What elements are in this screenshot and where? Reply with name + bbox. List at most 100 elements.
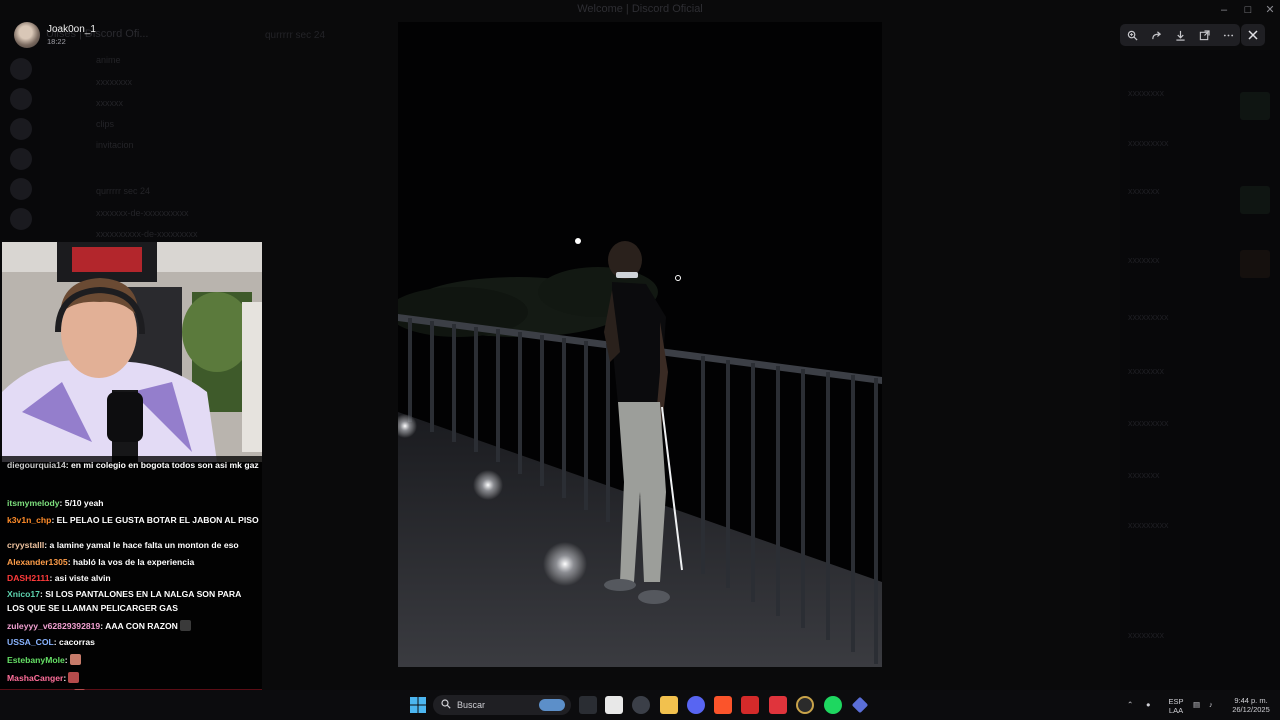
chat-username[interactable]: Xnico17 (7, 589, 40, 599)
server-icon[interactable] (10, 208, 32, 230)
download-icon[interactable] (1169, 24, 1191, 46)
chat-text: : en mi colegio en bogota todos son asi … (65, 460, 259, 470)
chat-text: : a lamine yamal le hace falta un monton… (44, 540, 239, 550)
member-item[interactable]: xxxxxxxxx (1128, 418, 1169, 428)
chat-message: k3v1n_chp: EL PELAO LE GUSTA BOTAR EL JA… (7, 513, 259, 527)
channel-item[interactable]: invitacion (96, 140, 134, 150)
chat-text: : 5/10 yeah (59, 498, 104, 508)
chat-message: cryystalll: a lamine yamal le hace falta… (7, 538, 259, 552)
zoom-in-icon[interactable] (1121, 24, 1143, 46)
server-icon[interactable] (10, 88, 32, 110)
chat-text: : EL PELAO LE GUSTA BOTAR EL JABON AL PI… (51, 515, 259, 525)
more-icon[interactable] (1217, 24, 1239, 46)
voicemeeter-icon[interactable] (741, 696, 759, 714)
clock[interactable]: 9:44 p. m. 26/12/2025 (1224, 696, 1278, 714)
network-icon[interactable]: ▤ (1193, 700, 1200, 709)
chat-emote-icon (68, 672, 80, 683)
viewer-author[interactable]: Joak0on_1 18:22 (14, 22, 96, 48)
search-highlight-icon (539, 699, 565, 711)
member-item[interactable]: xxxxxxxx (1128, 88, 1164, 98)
chat-text: : cacorras (53, 637, 95, 647)
chat-message: MashaCanger: (7, 671, 259, 685)
chat-username[interactable]: k3v1n_chp (7, 515, 51, 525)
maximize-button[interactable]: □ (1236, 0, 1260, 20)
channel-item[interactable]: xxxxxxx-de-xxxxxxxxxx (96, 208, 189, 218)
volume-icon[interactable]: ♪ (1209, 700, 1213, 709)
channel-item[interactable]: xxxxxxxxxx-de-xxxxxxxxx (96, 229, 198, 239)
task-view-icon[interactable] (579, 696, 597, 714)
language-indicator[interactable]: ESP LAA (1165, 697, 1187, 715)
close-icon[interactable] (1241, 24, 1265, 46)
steam-icon[interactable] (632, 696, 650, 714)
chat-text: : (63, 673, 67, 683)
chat-message: Alexander1305: habló la vos de la experi… (7, 555, 259, 569)
chat-emote-icon (179, 620, 191, 631)
member-item[interactable]: xxxxxxxxx (1128, 312, 1169, 322)
channel-item[interactable]: clips (96, 119, 114, 129)
notion-icon[interactable] (605, 696, 623, 714)
channel-item[interactable]: xxxxxx (96, 98, 123, 108)
screen: Welcome | Discord Oficial Ulises | Disco… (0, 0, 1280, 720)
night-photo (398, 22, 882, 667)
member-item[interactable]: xxxxxxxxx (1128, 138, 1169, 148)
member-item[interactable]: xxxxxxx (1128, 255, 1160, 265)
tray-chevron-icon[interactable]: ⌃ (1127, 700, 1133, 709)
chat-username[interactable]: DASH2111 (7, 573, 50, 583)
chat-username[interactable]: MashaCanger (7, 673, 63, 683)
discord-icon[interactable] (687, 696, 705, 714)
chat-message: zuleyyy_v62829392819: AAA CON RAZON (7, 619, 259, 633)
taskbar-search[interactable]: Buscar (433, 695, 571, 715)
minimize-button[interactable]: – (1212, 0, 1236, 20)
chat-username[interactable]: cryystalll (7, 540, 44, 550)
channel-item[interactable]: qurrrrr sec 24 (96, 186, 150, 196)
chat-text: : (64, 655, 68, 665)
chat-message: Xnico17: SI LOS PANTALONES EN LA NALGA S… (7, 587, 259, 615)
windows-start-icon[interactable] (409, 696, 427, 714)
chat-emote-icon (69, 654, 81, 665)
channel-item[interactable]: xxxxxxxx (96, 77, 132, 87)
chat-username[interactable]: EstebanyMole (7, 655, 65, 665)
chat-username[interactable]: USSA_COL (7, 637, 54, 647)
chat-username[interactable]: diegourquia14 (7, 460, 66, 470)
chat-username[interactable]: itsmymelody (7, 498, 60, 508)
window-title: Welcome | Discord Oficial (577, 3, 703, 15)
chat-username[interactable]: zuleyyy_v62829392819 (7, 621, 100, 631)
member-card (1240, 92, 1270, 120)
xsplit-icon[interactable] (769, 696, 787, 714)
spotify-icon[interactable] (824, 696, 842, 714)
streamer-camera (2, 242, 262, 462)
forward-icon[interactable] (1145, 24, 1167, 46)
brave-icon[interactable] (714, 696, 732, 714)
avatar[interactable] (14, 22, 40, 48)
chat-header: qurrrrr sec 24 (265, 30, 326, 41)
post-time: 18:22 (47, 37, 66, 46)
chat-message: USSA_COL: cacorras (7, 635, 259, 649)
chat-message: diegourquia14: en mi colegio en bogota t… (7, 458, 259, 472)
server-icon[interactable] (10, 118, 32, 140)
chat-message: itsmymelody: 5/10 yeah (7, 496, 259, 510)
microphone-icon[interactable]: ● (1146, 700, 1151, 709)
server-icon[interactable] (10, 58, 32, 80)
close-window-button[interactable]: ✕ (1258, 0, 1280, 20)
chat-text: : AAA CON RAZON (100, 621, 178, 631)
chat-text: : SI LOS PANTALONES EN LA NALGA SON PARA… (7, 589, 241, 613)
chat-message: EstebanyMole: (7, 653, 259, 667)
member-item[interactable]: xxxxxxxx (1128, 630, 1164, 640)
member-item[interactable]: xxxxxxxxx (1128, 520, 1169, 530)
server-icon[interactable] (10, 178, 32, 200)
server-icon[interactable] (10, 148, 32, 170)
stream-chat: diegourquia14: en mi colegio en bogota t… (0, 456, 262, 720)
viewer-toolbar (1120, 24, 1240, 46)
chat-username[interactable]: Alexander1305 (7, 557, 68, 567)
chat-message: DASH2111: asi viste alvin (7, 571, 259, 585)
channel-item[interactable]: anime (96, 55, 121, 65)
open-external-icon[interactable] (1193, 24, 1215, 46)
obs-icon[interactable] (796, 696, 814, 714)
member-card (1240, 250, 1270, 278)
member-item[interactable]: xxxxxxx (1128, 186, 1160, 196)
search-placeholder: Buscar (457, 700, 486, 710)
image-preview[interactable] (398, 22, 882, 667)
member-item[interactable]: xxxxxxxx (1128, 366, 1164, 376)
member-item[interactable]: xxxxxxx (1128, 470, 1160, 480)
file-explorer-icon[interactable] (660, 696, 678, 714)
